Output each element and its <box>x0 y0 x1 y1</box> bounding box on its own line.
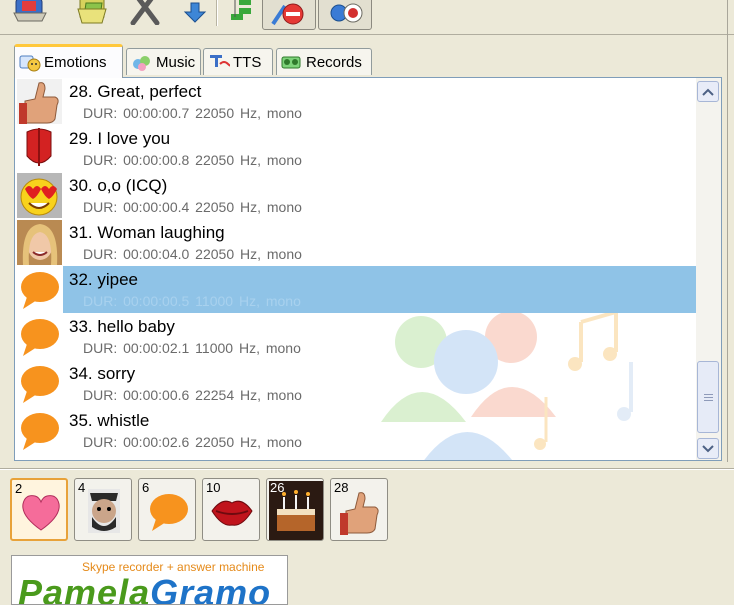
scroll-thumb[interactable] <box>697 361 719 433</box>
cut-button[interactable] <box>125 0 165 30</box>
sound-meta: DUR: 00:00:00.4 22050 Hz, mono <box>83 199 302 215</box>
sound-row[interactable]: 29. I love you DUR: 00:00:00.8 22050 Hz,… <box>15 125 696 172</box>
ad-banner[interactable]: Skype recorder + answer machine PamelaGr… <box>11 555 288 605</box>
download-button[interactable] <box>175 0 215 30</box>
skype-tool-icon <box>13 0 47 22</box>
sound-meta: DUR: 00:00:02.1 11000 Hz, mono <box>83 340 301 356</box>
record-button[interactable] <box>318 0 372 30</box>
speech-bubble-icon <box>17 408 62 453</box>
skype-tool-button[interactable] <box>10 0 50 30</box>
records-icon <box>281 52 303 72</box>
music-icon <box>131 52 153 72</box>
tab-tts[interactable]: TTS <box>203 48 273 75</box>
tab-emotions[interactable]: Emotions <box>14 44 123 78</box>
favorite-number: 4 <box>78 480 86 495</box>
favorite-number: 6 <box>142 480 150 495</box>
edit-sound-button[interactable] <box>262 0 316 30</box>
sound-meta: DUR: 00:00:04.0 22050 Hz, mono <box>83 246 302 262</box>
sound-title: 31. Woman laughing <box>69 223 225 242</box>
sound-row[interactable]: 28. Great, perfect DUR: 00:00:00.7 22050… <box>15 78 696 125</box>
sound-meta: DUR: 00:00:02.6 22050 Hz, mono <box>83 434 302 450</box>
banner-logo: PamelaGramo <box>18 572 272 605</box>
sound-row[interactable]: 33. hello baby DUR: 00:00:02.1 11000 Hz,… <box>15 313 696 360</box>
chevron-up-icon <box>702 88 714 96</box>
vertical-scrollbar[interactable] <box>696 78 721 460</box>
no-entry-icon <box>271 3 304 26</box>
thumbs-up-icon <box>17 79 62 124</box>
tts-icon <box>208 52 230 72</box>
tab-label: Records <box>306 53 362 71</box>
speech-bubble-icon <box>17 267 62 312</box>
favorite-number: 2 <box>15 481 23 496</box>
tree-view-icon <box>231 0 251 20</box>
sound-row[interactable]: 30. o,o (ICQ) DUR: 00:00:00.4 22050 Hz, … <box>15 172 696 219</box>
sound-meta: DUR: 00:00:00.7 22050 Hz, mono <box>83 105 302 121</box>
favorite-slot[interactable]: 2 <box>10 478 68 541</box>
heart-eyes-icon <box>17 173 62 218</box>
speech-bubble-icon <box>17 361 62 406</box>
favorite-number: 10 <box>206 480 221 495</box>
tab-label: Emotions <box>44 54 107 71</box>
red-tulip-icon <box>17 126 62 171</box>
sound-row-selected[interactable]: 32. yipee DUR: 00:00:00.5 11000 Hz, mono <box>15 266 696 313</box>
sound-title: 34. sorry <box>69 364 136 383</box>
tab-music[interactable]: Music <box>126 48 201 75</box>
arrow-down-icon <box>183 2 207 23</box>
chevron-down-icon <box>702 444 714 452</box>
sound-meta: DUR: 00:00:00.5 11000 Hz, mono <box>83 293 301 309</box>
heart-icon <box>18 488 64 536</box>
sound-row[interactable]: 35. whistle DUR: 00:00:02.6 22050 Hz, mo… <box>15 407 696 454</box>
sound-title: 32. yipee <box>69 270 138 289</box>
sound-title: 28. Great, perfect <box>69 82 202 101</box>
sound-row[interactable]: 34. sorry DUR: 00:00:00.6 22254 Hz, mono <box>15 360 696 407</box>
speech-bubble-icon <box>17 314 62 359</box>
scroll-down-button[interactable] <box>697 438 719 459</box>
favorite-number: 28 <box>334 480 349 495</box>
sound-title: 35. whistle <box>69 411 150 430</box>
favorite-slot[interactable]: 10 <box>202 478 260 541</box>
favorite-slot[interactable]: 26 <box>266 478 324 541</box>
toolbar <box>0 0 734 34</box>
woman-photo-icon <box>17 220 62 265</box>
sound-list: 28. Great, perfect DUR: 00:00:00.7 22050… <box>14 77 722 461</box>
cartoon-face-icon <box>81 487 127 535</box>
scissors-icon <box>130 0 160 25</box>
sound-title: 29. I love you <box>69 129 171 148</box>
scroll-up-button[interactable] <box>697 81 719 102</box>
sound-title: 30. o,o (ICQ) <box>69 176 168 195</box>
tab-label: Music <box>156 53 196 71</box>
tab-label: TTS <box>233 53 262 71</box>
sound-row[interactable]: 31. Woman laughing DUR: 00:00:04.0 22050… <box>15 219 696 266</box>
record-icon <box>330 3 363 23</box>
tree-view-button[interactable] <box>222 0 262 30</box>
favorite-slot[interactable]: 6 <box>138 478 196 541</box>
import-folder-icon <box>77 0 107 24</box>
favorite-slot[interactable]: 4 <box>74 478 132 541</box>
sound-meta: DUR: 00:00:00.8 22050 Hz, mono <box>83 152 302 168</box>
emotions-icon <box>19 53 41 73</box>
speech-bubble-icon <box>145 487 191 535</box>
sound-title: 33. hello baby <box>69 317 175 336</box>
banner-logo-part-b: Gramo <box>150 572 272 605</box>
favorite-slot[interactable]: 28 <box>330 478 388 541</box>
sound-meta: DUR: 00:00:00.6 22254 Hz, mono <box>83 387 302 403</box>
banner-logo-part-a: Pamela <box>18 572 151 605</box>
import-button[interactable] <box>72 0 112 30</box>
tab-records[interactable]: Records <box>276 48 372 75</box>
favorite-number: 26 <box>270 480 285 495</box>
